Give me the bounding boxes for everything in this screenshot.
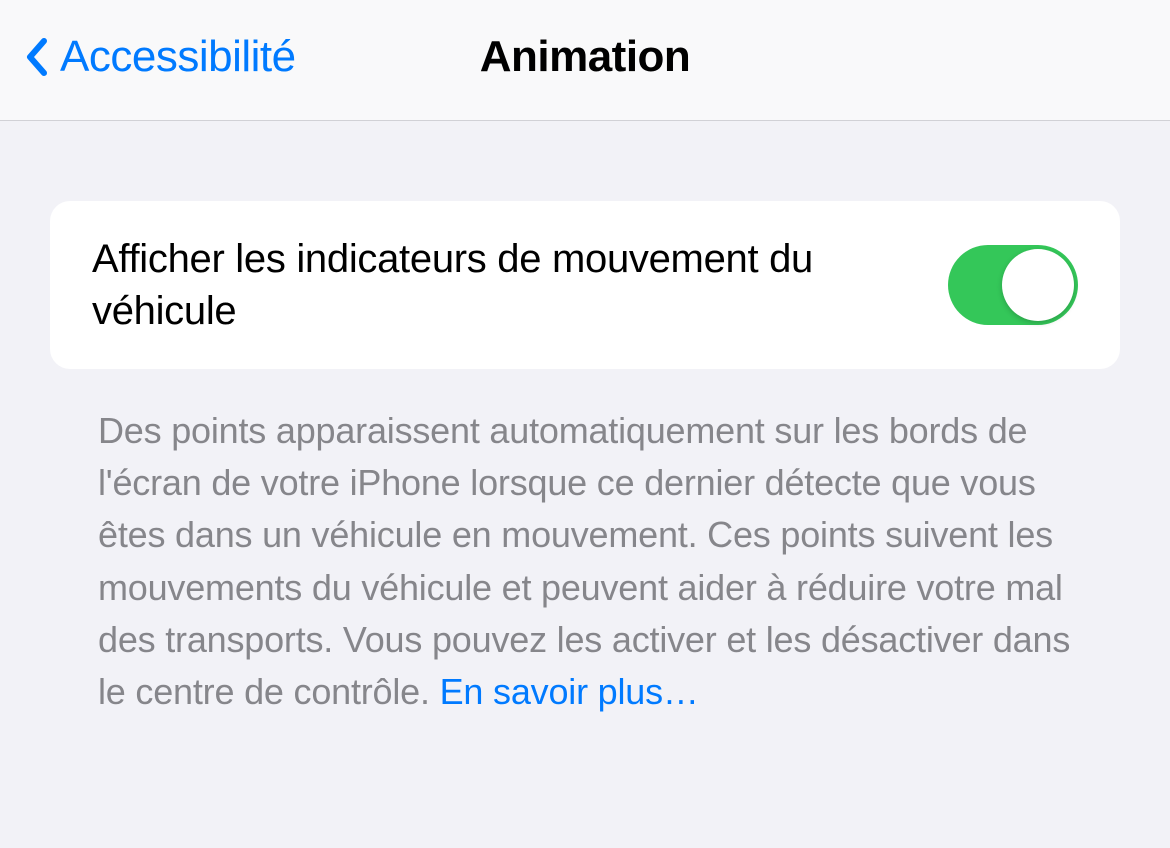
chevron-left-icon — [24, 37, 48, 77]
setting-label: Afficher les indicateurs de mouvement du… — [92, 233, 872, 337]
learn-more-link[interactable]: En savoir plus… — [440, 671, 699, 712]
content-area: Afficher les indicateurs de mouvement du… — [0, 121, 1170, 718]
vehicle-motion-toggle[interactable] — [948, 245, 1078, 325]
back-button[interactable]: Accessibilité — [24, 32, 296, 82]
setting-row: Afficher les indicateurs de mouvement du… — [50, 201, 1120, 369]
description-text: Des points apparaissent automatiquement … — [98, 410, 1070, 712]
back-label: Accessibilité — [60, 32, 296, 82]
toggle-knob — [1002, 249, 1074, 321]
setting-description: Des points apparaissent automatiquement … — [50, 369, 1120, 718]
page-title: Animation — [480, 32, 691, 82]
navigation-header: Accessibilité Animation — [0, 0, 1170, 121]
